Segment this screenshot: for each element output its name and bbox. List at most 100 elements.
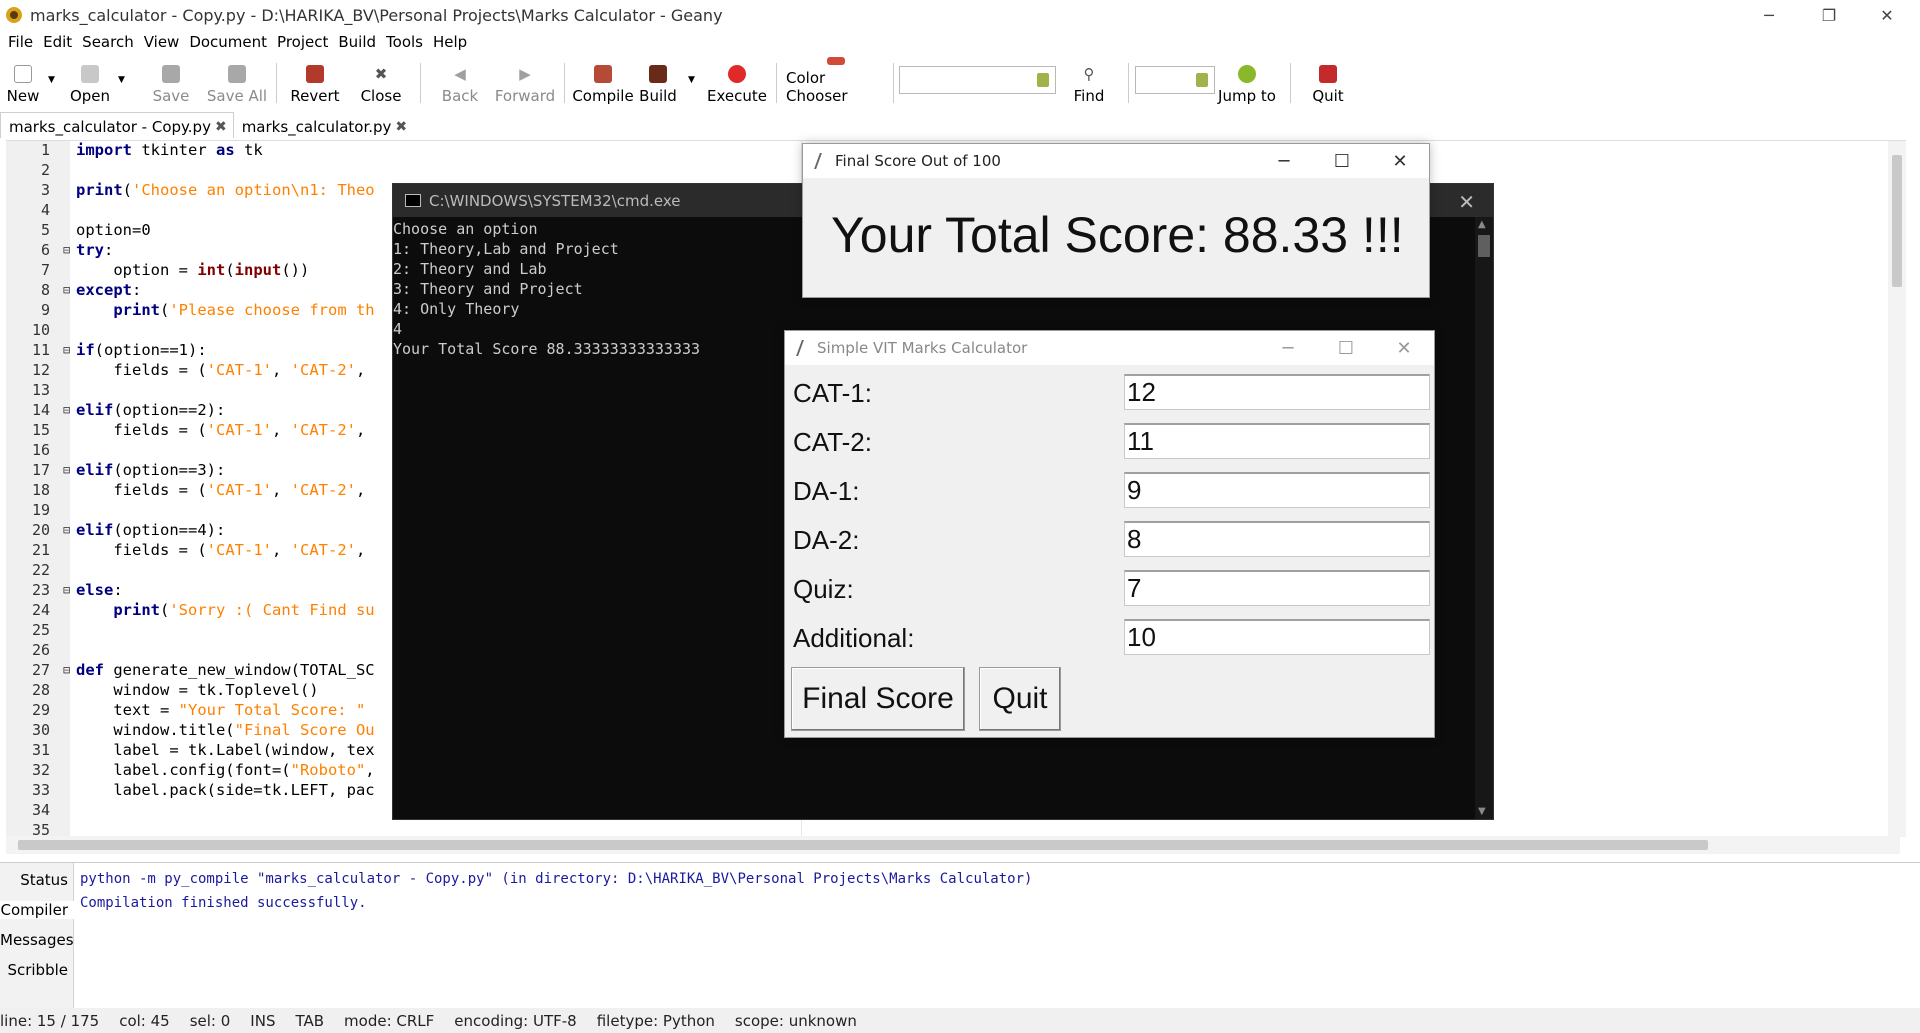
menu-help[interactable]: Help bbox=[433, 33, 467, 51]
final-score-title-bar[interactable]: Final Score Out of 100 ─ ☐ ✕ bbox=[803, 144, 1429, 178]
close-tab-icon[interactable]: ✖ bbox=[215, 119, 227, 135]
final-score-window[interactable]: Final Score Out of 100 ─ ☐ ✕ Your Total … bbox=[802, 143, 1430, 298]
menu-file[interactable]: File bbox=[8, 33, 33, 51]
build-button[interactable]: Build bbox=[639, 57, 677, 105]
color-chooser-button[interactable]: Color Chooser bbox=[786, 57, 886, 105]
line-number: 3 bbox=[40, 181, 50, 199]
menu-edit[interactable]: Edit bbox=[43, 33, 72, 51]
editor-vertical-scrollbar[interactable] bbox=[1888, 141, 1906, 837]
tk-feather-icon bbox=[796, 340, 810, 356]
code-line: print('Choose an option\n1: Theo bbox=[76, 181, 375, 199]
quit-button[interactable]: Quit bbox=[979, 667, 1061, 731]
close-tab-icon[interactable]: ✖ bbox=[395, 119, 407, 135]
close-window-button[interactable]: ✕ bbox=[1858, 0, 1916, 30]
cmd-icon bbox=[405, 194, 421, 207]
line-number: 9 bbox=[40, 301, 50, 319]
search-input[interactable] bbox=[899, 66, 1056, 94]
toolbar-separator bbox=[776, 63, 777, 103]
line-number: 31 bbox=[31, 741, 50, 759]
scrollbar-thumb[interactable] bbox=[1478, 235, 1490, 257]
additional-label: Additional: bbox=[793, 623, 915, 653]
line-number: 23 bbox=[31, 581, 50, 599]
minimize-button[interactable]: ─ bbox=[1259, 331, 1317, 365]
da1-input[interactable] bbox=[1124, 472, 1430, 508]
new-dropdown-icon[interactable]: ▼ bbox=[48, 75, 55, 85]
fold-marker-icon[interactable]: ⊟ bbox=[63, 343, 70, 357]
code-line: label.pack(side=tk.LEFT, pac bbox=[76, 781, 375, 799]
forward-button[interactable]: ▶ Forward bbox=[495, 57, 555, 105]
fold-marker-icon[interactable]: ⊟ bbox=[63, 283, 70, 297]
maximize-button[interactable]: ☐ bbox=[1317, 331, 1375, 365]
scrollbar-thumb[interactable] bbox=[1892, 155, 1902, 287]
scrollbar-thumb[interactable] bbox=[18, 840, 1708, 850]
scroll-up-icon[interactable]: ▲ bbox=[1478, 219, 1486, 230]
tab-scribble[interactable]: Scribble bbox=[0, 961, 74, 979]
final-score-button[interactable]: Final Score bbox=[791, 667, 965, 731]
fold-marker-icon[interactable]: ⊟ bbox=[63, 583, 70, 597]
calculator-title: Simple VIT Marks Calculator bbox=[817, 339, 1028, 357]
tab-marks-calculator-copy[interactable]: marks_calculator - Copy.py ✖ bbox=[0, 112, 234, 138]
marks-calculator-window[interactable]: Simple VIT Marks Calculator ─ ☐ ✕ CAT-1:… bbox=[784, 330, 1435, 738]
code-line: try: bbox=[76, 241, 114, 259]
close-button[interactable]: ✖ Close bbox=[360, 57, 402, 105]
close-button[interactable]: ✕ bbox=[1371, 144, 1429, 178]
cat1-input[interactable] bbox=[1124, 374, 1430, 410]
tab-marks-calculator[interactable]: marks_calculator.py ✖ bbox=[234, 112, 413, 138]
menu-build[interactable]: Build bbox=[338, 33, 376, 51]
cmd-scrollbar[interactable]: ▲ ▼ bbox=[1475, 217, 1493, 819]
line-number: 17 bbox=[31, 461, 50, 479]
compiler-output-line: python -m py_compile "marks_calculator -… bbox=[80, 871, 1033, 887]
jump-to-button[interactable]: Jump to bbox=[1218, 57, 1276, 105]
line-number: 30 bbox=[31, 721, 50, 739]
restore-button[interactable]: ❐ bbox=[1800, 0, 1858, 30]
fold-marker-icon[interactable]: ⊟ bbox=[63, 403, 70, 417]
save-all-button[interactable]: Save All bbox=[206, 57, 268, 105]
tab-status[interactable]: Status bbox=[0, 871, 74, 889]
menu-tools[interactable]: Tools bbox=[386, 33, 423, 51]
menu-search[interactable]: Search bbox=[82, 33, 134, 51]
fold-marker-icon[interactable]: ⊟ bbox=[63, 523, 70, 537]
menu-project[interactable]: Project bbox=[277, 33, 328, 51]
da2-input[interactable] bbox=[1124, 521, 1430, 557]
menu-view[interactable]: View bbox=[144, 33, 180, 51]
fold-marker-icon[interactable]: ⊟ bbox=[63, 243, 70, 257]
minimize-button[interactable]: ─ bbox=[1255, 144, 1313, 178]
revert-button[interactable]: Revert bbox=[290, 57, 340, 105]
additional-input[interactable] bbox=[1124, 619, 1430, 655]
fold-marker-icon[interactable]: ⊟ bbox=[63, 463, 70, 477]
scroll-down-icon[interactable]: ▼ bbox=[1478, 806, 1486, 817]
line-number: 7 bbox=[40, 261, 50, 279]
fold-marker-icon[interactable]: ⊟ bbox=[63, 663, 70, 677]
line-number: 4 bbox=[40, 201, 50, 219]
tab-messages[interactable]: Messages bbox=[0, 931, 74, 949]
save-button[interactable]: Save bbox=[150, 57, 192, 105]
open-dropdown-icon[interactable]: ▼ bbox=[118, 75, 125, 85]
status-tab: TAB bbox=[295, 1011, 325, 1030]
line-number: 10 bbox=[31, 321, 50, 339]
toolbar-separator bbox=[1128, 63, 1129, 103]
line-number-input[interactable] bbox=[1135, 66, 1215, 94]
cmd-close-button[interactable]: ✕ bbox=[1458, 190, 1475, 214]
editor-horizontal-scrollbar[interactable] bbox=[6, 836, 1900, 854]
execute-button[interactable]: Execute bbox=[707, 57, 767, 105]
minimize-button[interactable]: ─ bbox=[1740, 0, 1798, 30]
calculator-title-bar[interactable]: Simple VIT Marks Calculator ─ ☐ ✕ bbox=[785, 331, 1434, 365]
menu-document[interactable]: Document bbox=[189, 33, 267, 51]
build-dropdown-icon[interactable]: ▼ bbox=[688, 75, 695, 85]
find-button[interactable]: ⚲ Find bbox=[1070, 57, 1108, 105]
code-line: fields = ('CAT-1', 'CAT-2', bbox=[76, 361, 366, 379]
tab-compiler[interactable]: Compiler bbox=[0, 901, 74, 919]
maximize-button[interactable]: ☐ bbox=[1313, 144, 1371, 178]
quit-toolbar-button[interactable]: Quit bbox=[1310, 57, 1346, 105]
new-button[interactable]: New bbox=[4, 57, 42, 105]
open-button[interactable]: Open bbox=[70, 57, 110, 105]
quiz-input[interactable] bbox=[1124, 570, 1430, 606]
line-clear-icon[interactable] bbox=[1196, 73, 1208, 87]
cat2-input[interactable] bbox=[1124, 423, 1430, 459]
close-button[interactable]: ✕ bbox=[1375, 331, 1433, 365]
search-clear-icon[interactable] bbox=[1037, 73, 1049, 87]
code-line: print('Please choose from th bbox=[113, 301, 375, 319]
compile-button[interactable]: Compile bbox=[572, 57, 634, 105]
line-number: 33 bbox=[31, 781, 50, 799]
back-button[interactable]: ◀ Back bbox=[440, 57, 480, 105]
